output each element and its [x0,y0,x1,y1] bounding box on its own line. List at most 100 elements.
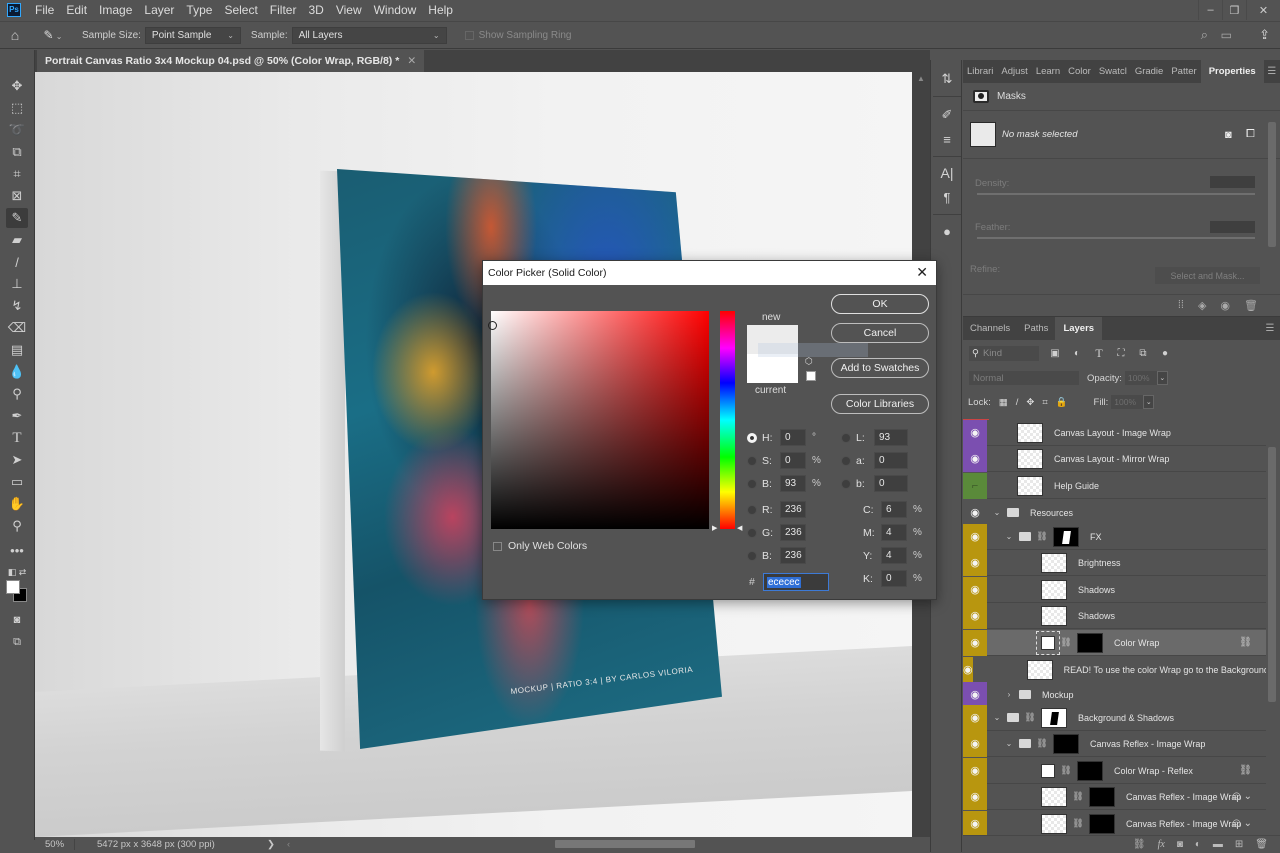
glyphs-icon[interactable]: ● [936,220,958,242]
saturation-field[interactable]: 0 [780,452,806,469]
menu-edit[interactable]: Edit [60,0,93,20]
visibility-eye-icon[interactable]: ◉ [963,420,987,446]
websafe-cube-icon[interactable]: ⬡ [805,356,813,367]
brightness-field[interactable]: 93 [780,475,806,492]
menu-type[interactable]: Type [180,0,218,20]
layer-mask-thumbnail[interactable] [1053,733,1079,754]
paragraph-icon[interactable]: ¶ [936,186,958,208]
feather-field[interactable] [1210,221,1255,233]
zoom-level[interactable]: 50% [35,839,75,850]
restore-button[interactable]: ❐ [1222,0,1246,20]
close-tab-icon[interactable]: ✕ [407,55,416,67]
new-layer-icon[interactable]: ⊞ [1235,839,1243,850]
opacity-dropdown[interactable]: ⌄ [1156,371,1168,385]
hue-field[interactable]: 0 [780,429,806,446]
layer-effects-icon[interactable]: ◎ ⌄ [1232,818,1252,829]
character-icon[interactable]: A| [936,162,958,184]
brushes-icon[interactable]: ≡ [936,128,958,150]
tab-layers[interactable]: Layers [1055,317,1103,340]
close-window-button[interactable]: ✕ [1246,0,1280,20]
tab-patterns[interactable]: Patter [1167,60,1200,83]
b-field[interactable]: 0 [874,475,908,492]
opacity-field[interactable]: 100% [1124,371,1157,385]
brush-settings-icon[interactable]: ✐ [936,104,958,126]
sample-select[interactable]: All Layers ⌄ [291,26,447,44]
panel-menu-icon[interactable]: ☰ [1260,317,1280,340]
chevron-down-icon[interactable]: ⌄ [992,713,1002,722]
layer-row[interactable]: ◉ ⛓ Canvas Reflex - Image Wrap ◎ ⌄ [963,783,1266,810]
hex-input[interactable]: ececec [763,573,829,591]
eyedropper-tool-icon[interactable]: ✎ [6,208,28,228]
dodge-tool-icon[interactable]: ⚲ [6,384,28,404]
cancel-button[interactable]: Cancel [831,323,929,343]
adjustment-filter-icon[interactable]: ◐ [1071,348,1083,359]
a-field[interactable]: 0 [874,452,908,469]
layer-row[interactable]: ◉ ⛓ Color Wrap - Reflex ⛓ [963,757,1266,784]
current-color-swatch[interactable] [747,354,798,383]
only-web-colors-checkbox[interactable] [493,541,502,551]
brightness-radio[interactable] [747,478,757,489]
layer-row[interactable]: ◉ Brightness [963,549,1266,576]
ok-button[interactable]: OK [831,294,929,314]
eyedropper-preset-icon[interactable]: ✎ ⌄ [38,28,68,42]
layer-row[interactable]: ◉ ⌄ Resources [963,500,1266,526]
fill-field[interactable]: 100% [1111,395,1144,409]
layer-mask-thumbnail[interactable] [1053,526,1079,547]
mask-link-icon[interactable]: ⛓ [1060,765,1072,776]
path-select-tool-icon[interactable]: ➤ [6,450,28,470]
black-field[interactable]: 0 [881,570,907,587]
hue-slider-handle-right[interactable]: ◀ [737,524,742,532]
blur-tool-icon[interactable]: 💧 [6,362,28,382]
layer-row[interactable]: ◉ ⛓ Canvas Reflex - Image Wrap ◎ ⌄ [963,810,1266,835]
green-field[interactable]: 236 [780,524,806,541]
hue-slider-handle-left[interactable]: ▶ [712,524,717,532]
lasso-tool-icon[interactable]: ➰ [6,120,28,140]
select-and-mask-button[interactable]: Select and Mask... [1155,267,1260,284]
chevron-right-icon[interactable]: › [1004,690,1014,699]
density-field[interactable] [1210,176,1255,188]
search-icon[interactable]: ⌕ [1201,27,1208,43]
saturation-radio[interactable] [747,455,757,466]
layer-mask-thumbnail[interactable] [1077,632,1103,653]
screen-mode-icon[interactable]: ⧉ [6,632,28,652]
tab-libraries[interactable]: Librari [963,60,997,83]
type-filter-icon[interactable]: T [1093,346,1105,361]
layer-row[interactable]: ◉ Shadows [963,602,1266,629]
marquee-tool-icon[interactable]: ⬚ [6,98,28,118]
document-tab[interactable]: Portrait Canvas Ratio 3x4 Mockup 04.psd … [37,50,425,72]
visibility-eye-icon[interactable]: ◉ [963,549,987,576]
lock-transparent-icon[interactable]: ▦ [999,397,1008,408]
layer-row[interactable]: ◉ Canvas Layout - Image Wrap [963,420,1266,446]
more-tools-icon[interactable]: ••• [6,540,28,560]
history-brush-tool-icon[interactable]: ↯ [6,296,28,316]
layer-row[interactable]: ◉ READ! To use the color Wrap go to the B… [963,656,1266,683]
visibility-eye-icon[interactable]: ◉ [963,602,987,629]
visibility-eye-icon[interactable]: ◉ [963,523,987,550]
red-radio[interactable] [747,504,757,515]
tab-paths[interactable]: Paths [1017,317,1055,340]
delete-layer-icon[interactable]: 🗑 [1255,839,1268,850]
lock-artboard-icon[interactable]: ⌗ [1042,397,1047,408]
layer-effects-icon[interactable]: ◎ ⌄ [1232,791,1252,802]
status-arrow-icon[interactable]: ❯ [267,839,275,850]
layer-row[interactable]: ◉ ⛓ Color Wrap ⛓ [963,629,1266,656]
show-sampling-ring-checkbox[interactable] [464,30,474,40]
visibility-eye-icon[interactable]: ◉ [963,629,987,656]
move-tool-icon[interactable]: ✥ [6,76,28,96]
mask-link-icon[interactable]: ⛓ [1036,531,1048,542]
lock-position-icon[interactable]: ✥ [1026,397,1034,408]
magenta-field[interactable]: 4 [881,524,907,541]
visibility-eye-icon[interactable]: ◉ [963,656,973,683]
b-radio[interactable] [841,478,851,489]
zoom-tool-icon[interactable]: ⚲ [6,516,28,536]
add-pixel-mask-icon[interactable]: ◙ [1225,129,1232,141]
visibility-eye-icon[interactable]: ◉ [963,810,987,835]
add-vector-mask-icon[interactable]: ⧠ [1246,128,1255,141]
fill-color-thumbnail[interactable] [1041,763,1055,778]
home-icon[interactable]: ⌂ [0,27,30,43]
hand-tool-icon[interactable]: ✋ [6,494,28,514]
visibility-eye-icon[interactable]: ◉ [963,576,987,603]
fill-color-thumbnail[interactable] [1036,630,1060,655]
visibility-eye-icon[interactable]: ◉ [963,757,987,784]
history-icon[interactable]: ⇅ [936,68,958,90]
